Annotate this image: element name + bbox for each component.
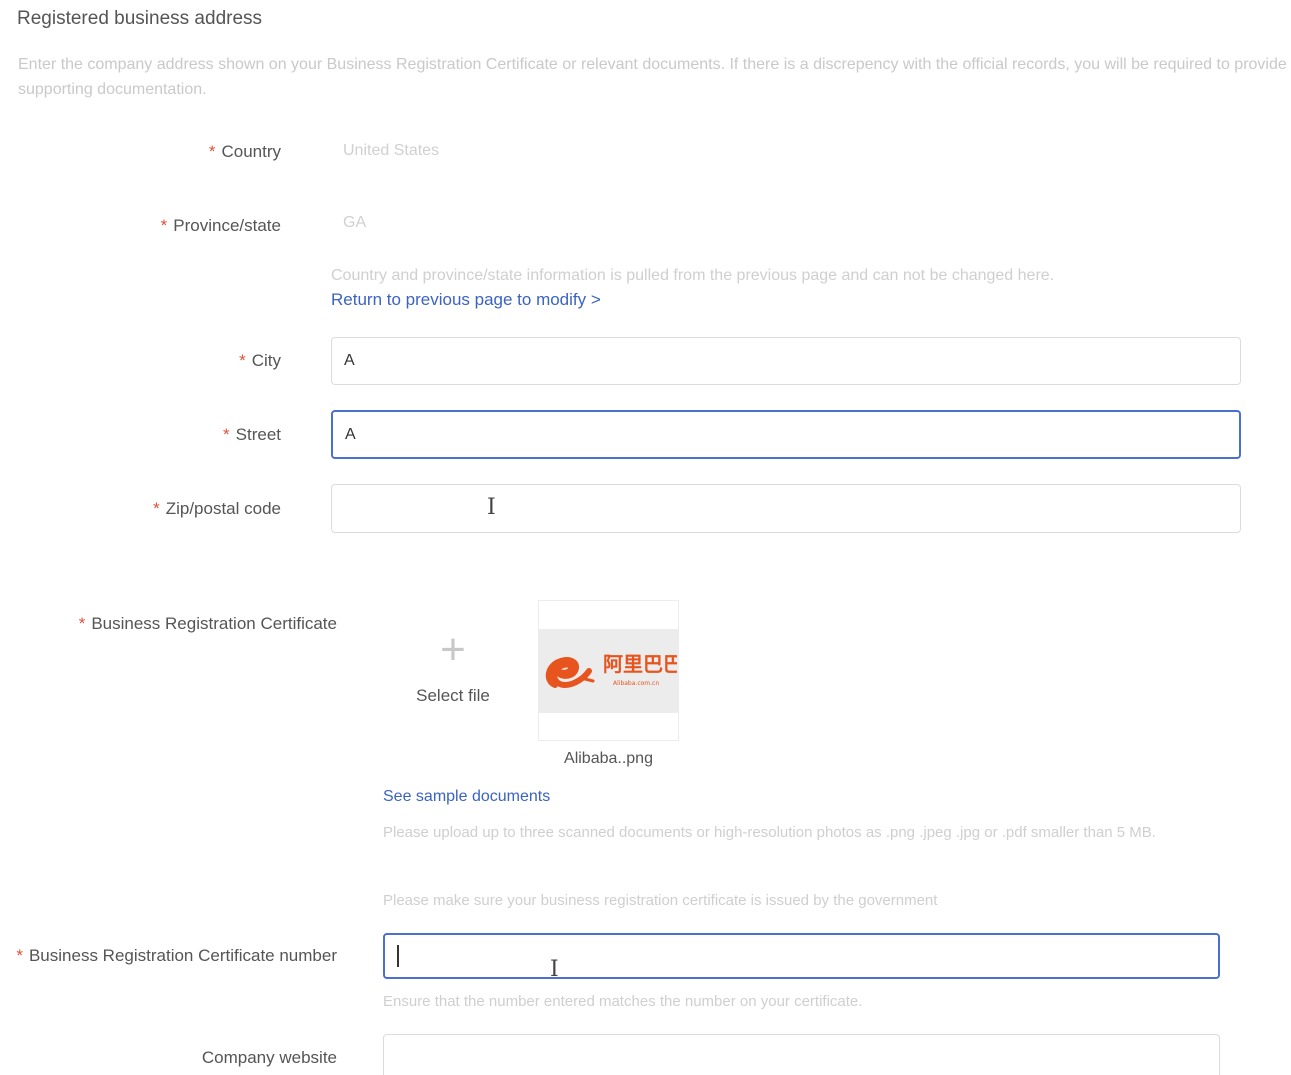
required-mark: * <box>223 425 230 444</box>
city-label-text: City <box>251 351 281 370</box>
zip-label-text: Zip/postal code <box>165 499 281 518</box>
street-input-value: A <box>345 425 356 443</box>
plus-icon: + <box>440 625 466 674</box>
select-file-label: Select file <box>416 686 490 705</box>
street-label-text: Street <box>235 425 281 444</box>
text-caret <box>397 945 399 967</box>
street-label: * Street <box>223 425 281 445</box>
country-label: * Country <box>209 142 281 162</box>
country-value: United States <box>343 142 440 159</box>
zip-input[interactable] <box>331 484 1241 533</box>
uploaded-file-thumbnail[interactable]: 阿里巴巴 Alibaba.com.cn <box>538 600 679 741</box>
location-hint: Country and province/state information i… <box>331 267 1055 284</box>
required-mark: * <box>16 946 23 965</box>
required-mark: * <box>208 142 216 161</box>
required-mark: * <box>160 216 168 235</box>
upload-hint: Please upload up to three scanned docume… <box>383 824 1156 841</box>
required-mark: * <box>78 614 86 633</box>
government-hint: Please make sure your business registrat… <box>383 892 938 909</box>
city-label: * City <box>239 351 281 371</box>
mouse-ibeam-cursor-icon: I <box>487 495 496 520</box>
province-value: GA <box>343 214 367 231</box>
certificate-number-label-text: Business Registration Certificate number <box>28 946 337 965</box>
see-sample-documents-link[interactable]: See sample documents <box>383 788 550 806</box>
required-mark: * <box>239 351 246 370</box>
certificate-number-hint: Ensure that the number entered matches t… <box>383 993 863 1010</box>
street-input[interactable]: A <box>331 410 1241 459</box>
return-to-previous-link[interactable]: Return to previous page to modify > <box>331 290 601 310</box>
city-input[interactable]: A <box>331 337 1241 385</box>
mouse-ibeam-cursor-icon: I <box>550 957 559 982</box>
logo-cn-text: 阿里巴巴 <box>603 652 677 676</box>
country-label-text: Country <box>221 142 281 161</box>
alibaba-logo-icon: 阿里巴巴 Alibaba.com.cn <box>545 652 677 688</box>
certificate-number-label: * Business Registration Certificate numbe… <box>16 946 337 966</box>
zip-label: * Zip/postal code <box>153 499 281 519</box>
certificate-number-input[interactable] <box>383 933 1220 979</box>
province-label: * Province/state <box>161 216 281 236</box>
required-mark: * <box>153 499 160 518</box>
select-file-button[interactable]: + Select file <box>398 628 508 706</box>
certificate-label-text: Business Registration Certificate <box>91 614 337 633</box>
company-website-label: Company website <box>201 1048 337 1067</box>
company-website-input[interactable] <box>383 1034 1220 1075</box>
province-label-text: Province/state <box>173 216 281 235</box>
uploaded-file-name: Alibaba..png <box>564 750 653 767</box>
alibaba-logo-image: 阿里巴巴 Alibaba.com.cn <box>539 628 678 713</box>
city-input-value: A <box>344 352 355 369</box>
section-title: Registered business address <box>17 8 263 29</box>
logo-small-text: Alibaba.com.cn <box>613 680 659 687</box>
certificate-label: * Business Registration Certificate <box>79 614 337 634</box>
section-description: Enter the company address shown on your … <box>18 56 1287 98</box>
